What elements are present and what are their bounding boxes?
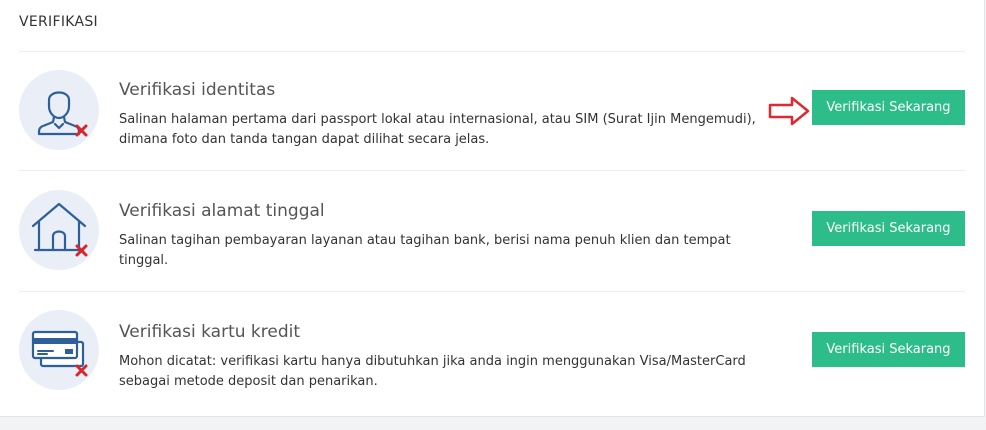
user-icon bbox=[37, 91, 88, 137]
item-title: Verifikasi alamat tinggal bbox=[119, 201, 325, 221]
red-x-icon bbox=[75, 364, 88, 377]
credit-card-icon-wrapper bbox=[19, 310, 99, 390]
address-icon-wrapper bbox=[19, 190, 99, 270]
arrow-right-icon bbox=[768, 96, 810, 126]
house-icon bbox=[31, 202, 88, 257]
verification-item-identity: Verifikasi identitas Salinan halaman per… bbox=[0, 52, 984, 172]
verification-item-credit-card: Verifikasi kartu kredit Mohon dicatat: v… bbox=[0, 292, 984, 412]
verify-identity-button[interactable]: Verifikasi Sekarang bbox=[812, 90, 965, 125]
item-description: Salinan tagihan pembayaran layanan atau … bbox=[119, 233, 731, 268]
item-description: Mohon dicatat: verifikasi kartu hanya di… bbox=[119, 354, 746, 389]
item-title: Verifikasi identitas bbox=[119, 80, 276, 100]
credit-card-icon bbox=[31, 330, 88, 377]
item-description: Salinan halaman pertama dari passport lo… bbox=[119, 112, 756, 147]
identity-icon-wrapper bbox=[19, 70, 99, 150]
verify-address-button[interactable]: Verifikasi Sekarang bbox=[812, 211, 965, 246]
item-title: Verifikasi kartu kredit bbox=[119, 322, 301, 342]
section-title: VERIFIKASI bbox=[19, 14, 98, 30]
verification-item-address: Verifikasi alamat tinggal Salinan tagiha… bbox=[0, 171, 984, 291]
verification-panel: VERIFIKASI Verifikasi identitas Salinan … bbox=[0, 0, 985, 417]
verify-credit-card-button[interactable]: Verifikasi Sekarang bbox=[812, 332, 965, 367]
